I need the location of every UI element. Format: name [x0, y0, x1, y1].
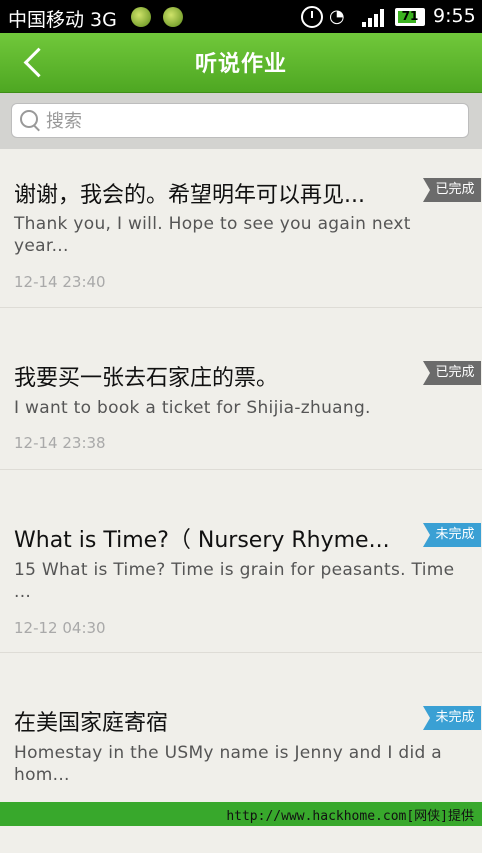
search-box[interactable] — [11, 103, 469, 138]
alarm-icon — [301, 6, 323, 28]
app-notification-icon — [131, 7, 151, 27]
app-notification-icon-2 — [163, 7, 183, 27]
battery-icon: 71 — [395, 8, 425, 26]
search-icon — [20, 110, 38, 128]
item-description: Homestay in the USMy name is Jenny and I… — [14, 743, 442, 785]
status-badge: 未完成 — [423, 523, 481, 547]
battery-level: 71 — [401, 9, 419, 23]
item-title: What is Time?（ Nursery Rhyme... — [14, 528, 390, 553]
list-item[interactable]: 谢谢，我会的。希望明年可以再见... 已完成 Thank you, I will… — [0, 149, 482, 308]
item-description: 15 What is Time? Time is grain for peasa… — [14, 560, 455, 602]
status-bar: 中国移动 3G ◔ 71 9:55 — [0, 0, 482, 33]
status-badge: 已完成 — [423, 361, 481, 385]
item-title: 在美国家庭寄宿 — [14, 711, 169, 736]
status-badge: 未完成 — [423, 706, 481, 730]
item-timestamp: 12-14 23:38 — [14, 434, 106, 452]
clock: 9:55 — [433, 5, 476, 27]
item-title: 谢谢，我会的。希望明年可以再见... — [14, 183, 365, 208]
bottom-bar: http://www.hackhome.com[网侠]提供 — [0, 802, 482, 826]
item-title: 我要买一张去石家庄的票。 — [14, 366, 279, 391]
carrier-label: 中国移动 3G — [8, 9, 117, 31]
item-timestamp: 12-14 23:40 — [14, 273, 106, 291]
wifi-icon: ◔ — [329, 6, 345, 27]
page-title: 听说作业 — [194, 52, 287, 77]
item-description: I want to book a ticket for Shijia-zhuan… — [14, 398, 371, 418]
status-badge: 已完成 — [423, 178, 481, 202]
list-item[interactable]: 我要买一张去石家庄的票。 已完成 I want to book a ticket… — [0, 308, 482, 470]
search-input[interactable] — [46, 108, 446, 134]
search-bar — [0, 93, 482, 149]
item-timestamp: 12-12 04:30 — [14, 619, 106, 637]
title-bar: 听说作业 — [0, 33, 482, 93]
signal-icon — [362, 9, 386, 27]
watermark-text: http://www.hackhome.com[网侠]提供 — [226, 809, 474, 824]
item-description: Thank you, I will. Hope to see you again… — [14, 214, 411, 256]
list-item[interactable]: What is Time?（ Nursery Rhyme... 未完成 15 W… — [0, 470, 482, 653]
